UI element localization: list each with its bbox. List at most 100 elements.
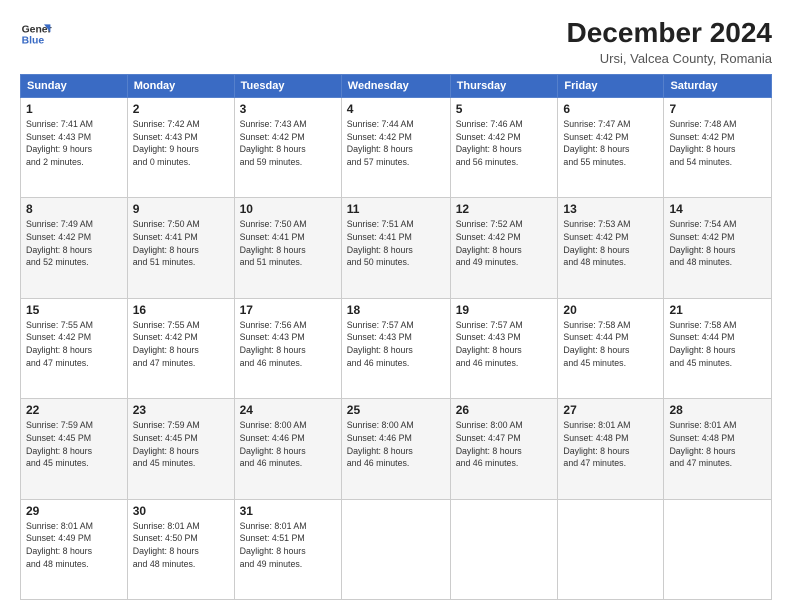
day-info: Sunrise: 7:52 AM Sunset: 4:42 PM Dayligh… — [456, 218, 553, 269]
header: General Blue December 2024 Ursi, Valcea … — [20, 18, 772, 66]
table-row: 13 Sunrise: 7:53 AM Sunset: 4:42 PM Dayli… — [558, 198, 664, 298]
day-number: 20 — [563, 303, 658, 317]
calendar-header-row: Sunday Monday Tuesday Wednesday Thursday… — [21, 74, 772, 97]
day-number: 24 — [240, 403, 336, 417]
day-number: 8 — [26, 202, 122, 216]
day-info: Sunrise: 8:01 AM Sunset: 4:48 PM Dayligh… — [563, 419, 658, 470]
day-info: Sunrise: 7:46 AM Sunset: 4:42 PM Dayligh… — [456, 118, 553, 169]
table-row: 12 Sunrise: 7:52 AM Sunset: 4:42 PM Dayli… — [450, 198, 558, 298]
col-sunday: Sunday — [21, 74, 128, 97]
table-row — [664, 499, 772, 599]
calendar-table: Sunday Monday Tuesday Wednesday Thursday… — [20, 74, 772, 600]
day-number: 21 — [669, 303, 766, 317]
svg-text:Blue: Blue — [22, 36, 45, 47]
table-row: 2Sunrise: 7:42 AM Sunset: 4:43 PM Daylig… — [127, 97, 234, 197]
day-number: 10 — [240, 202, 336, 216]
title-block: December 2024 Ursi, Valcea County, Roman… — [567, 18, 772, 66]
table-row: 27 Sunrise: 8:01 AM Sunset: 4:48 PM Dayli… — [558, 399, 664, 499]
day-info: Sunrise: 7:41 AM Sunset: 4:43 PM Dayligh… — [26, 118, 122, 169]
calendar-week-4: 22 Sunrise: 7:59 AM Sunset: 4:45 PM Dayli… — [21, 399, 772, 499]
table-row: 31 Sunrise: 8:01 AM Sunset: 4:51 PM Dayli… — [234, 499, 341, 599]
day-info: Sunrise: 8:01 AM Sunset: 4:49 PM Dayligh… — [26, 520, 122, 571]
table-row: 22 Sunrise: 7:59 AM Sunset: 4:45 PM Dayli… — [21, 399, 128, 499]
table-row: 25 Sunrise: 8:00 AM Sunset: 4:46 PM Dayli… — [341, 399, 450, 499]
day-number: 31 — [240, 504, 336, 518]
table-row: 9 Sunrise: 7:50 AM Sunset: 4:41 PM Daylig… — [127, 198, 234, 298]
day-number: 30 — [133, 504, 229, 518]
day-info: Sunrise: 8:00 AM Sunset: 4:46 PM Dayligh… — [240, 419, 336, 470]
day-info: Sunrise: 8:01 AM Sunset: 4:50 PM Dayligh… — [133, 520, 229, 571]
table-row: 3 Sunrise: 7:43 AM Sunset: 4:42 PM Daylig… — [234, 97, 341, 197]
day-info: Sunrise: 7:47 AM Sunset: 4:42 PM Dayligh… — [563, 118, 658, 169]
day-info: Sunrise: 7:56 AM Sunset: 4:43 PM Dayligh… — [240, 319, 336, 370]
day-number: 6 — [563, 102, 658, 116]
day-number: 17 — [240, 303, 336, 317]
day-info: Sunrise: 7:49 AM Sunset: 4:42 PM Dayligh… — [26, 218, 122, 269]
day-info: Sunrise: 7:43 AM Sunset: 4:42 PM Dayligh… — [240, 118, 336, 169]
day-info: Sunrise: 8:00 AM Sunset: 4:46 PM Dayligh… — [347, 419, 445, 470]
day-number: 26 — [456, 403, 553, 417]
table-row: 14 Sunrise: 7:54 AM Sunset: 4:42 PM Dayli… — [664, 198, 772, 298]
day-info: Sunrise: 7:59 AM Sunset: 4:45 PM Dayligh… — [133, 419, 229, 470]
table-row: 10Sunrise: 7:50 AM Sunset: 4:41 PM Dayli… — [234, 198, 341, 298]
day-info: Sunrise: 8:01 AM Sunset: 4:48 PM Dayligh… — [669, 419, 766, 470]
day-number: 4 — [347, 102, 445, 116]
subtitle: Ursi, Valcea County, Romania — [567, 51, 772, 66]
table-row: 21 Sunrise: 7:58 AM Sunset: 4:44 PM Dayli… — [664, 298, 772, 398]
day-info: Sunrise: 7:53 AM Sunset: 4:42 PM Dayligh… — [563, 218, 658, 269]
table-row: 30 Sunrise: 8:01 AM Sunset: 4:50 PM Dayli… — [127, 499, 234, 599]
logo-icon: General Blue — [20, 18, 52, 50]
day-number: 9 — [133, 202, 229, 216]
day-number: 13 — [563, 202, 658, 216]
day-info: Sunrise: 7:59 AM Sunset: 4:45 PM Dayligh… — [26, 419, 122, 470]
table-row — [450, 499, 558, 599]
main-title: December 2024 — [567, 18, 772, 49]
day-number: 28 — [669, 403, 766, 417]
col-wednesday: Wednesday — [341, 74, 450, 97]
day-number: 1 — [26, 102, 122, 116]
calendar-week-2: 8 Sunrise: 7:49 AM Sunset: 4:42 PM Daylig… — [21, 198, 772, 298]
table-row — [341, 499, 450, 599]
day-number: 3 — [240, 102, 336, 116]
day-info: Sunrise: 7:57 AM Sunset: 4:43 PM Dayligh… — [456, 319, 553, 370]
table-row: 18Sunrise: 7:57 AM Sunset: 4:43 PM Dayli… — [341, 298, 450, 398]
table-row: 23 Sunrise: 7:59 AM Sunset: 4:45 PM Dayli… — [127, 399, 234, 499]
day-info: Sunrise: 7:54 AM Sunset: 4:42 PM Dayligh… — [669, 218, 766, 269]
day-number: 22 — [26, 403, 122, 417]
day-info: Sunrise: 7:58 AM Sunset: 4:44 PM Dayligh… — [563, 319, 658, 370]
table-row: 4 Sunrise: 7:44 AM Sunset: 4:42 PM Daylig… — [341, 97, 450, 197]
day-number: 11 — [347, 202, 445, 216]
table-row: 7Sunrise: 7:48 AM Sunset: 4:42 PM Daylig… — [664, 97, 772, 197]
day-info: Sunrise: 7:58 AM Sunset: 4:44 PM Dayligh… — [669, 319, 766, 370]
day-info: Sunrise: 7:50 AM Sunset: 4:41 PM Dayligh… — [133, 218, 229, 269]
table-row: 17 Sunrise: 7:56 AM Sunset: 4:43 PM Dayli… — [234, 298, 341, 398]
col-thursday: Thursday — [450, 74, 558, 97]
calendar-week-3: 15 Sunrise: 7:55 AM Sunset: 4:42 PM Dayli… — [21, 298, 772, 398]
day-number: 12 — [456, 202, 553, 216]
col-tuesday: Tuesday — [234, 74, 341, 97]
day-number: 14 — [669, 202, 766, 216]
table-row: 24 Sunrise: 8:00 AM Sunset: 4:46 PM Dayli… — [234, 399, 341, 499]
day-info: Sunrise: 7:55 AM Sunset: 4:42 PM Dayligh… — [133, 319, 229, 370]
day-info: Sunrise: 7:48 AM Sunset: 4:42 PM Dayligh… — [669, 118, 766, 169]
day-number: 29 — [26, 504, 122, 518]
day-number: 2 — [133, 102, 229, 116]
calendar-week-5: 29 Sunrise: 8:01 AM Sunset: 4:49 PM Dayli… — [21, 499, 772, 599]
day-number: 27 — [563, 403, 658, 417]
day-info: Sunrise: 7:51 AM Sunset: 4:41 PM Dayligh… — [347, 218, 445, 269]
day-number: 16 — [133, 303, 229, 317]
table-row — [558, 499, 664, 599]
day-info: Sunrise: 7:44 AM Sunset: 4:42 PM Dayligh… — [347, 118, 445, 169]
table-row: 1 Sunrise: 7:41 AM Sunset: 4:43 PM Daylig… — [21, 97, 128, 197]
table-row: 5Sunrise: 7:46 AM Sunset: 4:42 PM Daylig… — [450, 97, 558, 197]
day-number: 15 — [26, 303, 122, 317]
col-monday: Monday — [127, 74, 234, 97]
table-row: 6 Sunrise: 7:47 AM Sunset: 4:42 PM Daylig… — [558, 97, 664, 197]
day-info: Sunrise: 8:01 AM Sunset: 4:51 PM Dayligh… — [240, 520, 336, 571]
day-info: Sunrise: 7:57 AM Sunset: 4:43 PM Dayligh… — [347, 319, 445, 370]
day-number: 25 — [347, 403, 445, 417]
day-info: Sunrise: 7:55 AM Sunset: 4:42 PM Dayligh… — [26, 319, 122, 370]
day-number: 23 — [133, 403, 229, 417]
table-row: 11 Sunrise: 7:51 AM Sunset: 4:41 PM Dayli… — [341, 198, 450, 298]
day-number: 19 — [456, 303, 553, 317]
